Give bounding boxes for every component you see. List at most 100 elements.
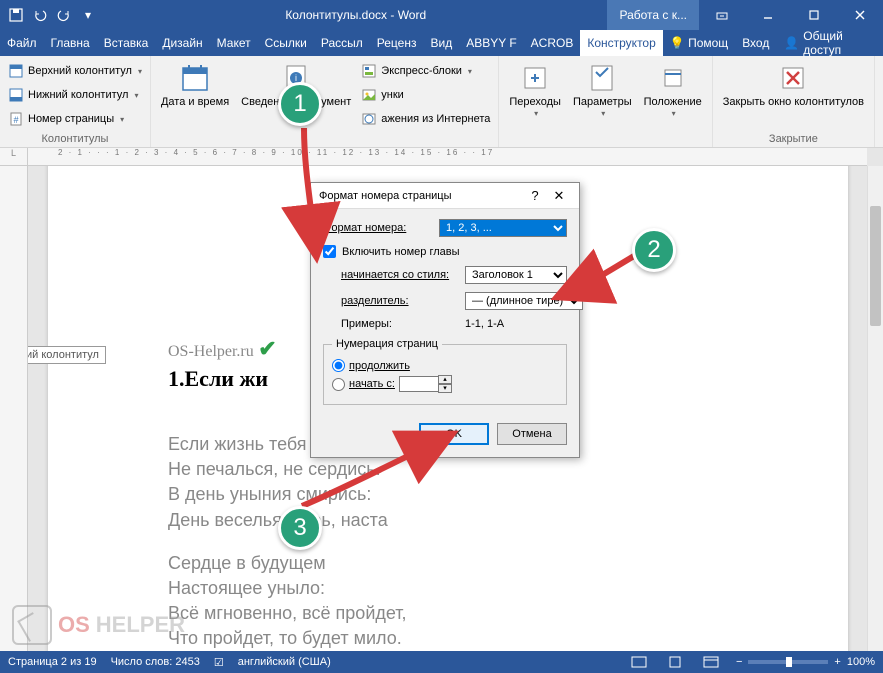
cancel-button[interactable]: Отмена <box>497 423 567 445</box>
dialog-help-icon[interactable]: ? <box>523 188 547 203</box>
online-pictures-button[interactable]: ажения из Интернета <box>359 108 492 130</box>
print-layout-icon[interactable] <box>664 653 686 671</box>
number-format-select[interactable]: 1, 2, 3, ... <box>439 219 567 237</box>
cursor-icon <box>12 605 52 645</box>
date-time-button[interactable]: Дата и время <box>157 60 233 111</box>
tab-acrobat[interactable]: ACROB <box>524 30 581 56</box>
start-at-radio[interactable] <box>332 378 345 391</box>
examples-label: Примеры: <box>341 318 459 330</box>
annotation-badge-3: 3 <box>278 506 322 550</box>
options-button[interactable]: Параметры▾ <box>569 60 636 120</box>
tab-view[interactable]: Вид <box>423 30 459 56</box>
continue-label: продолжить <box>349 360 410 372</box>
quick-parts-button[interactable]: Экспресс-блоки▾ <box>359 60 492 82</box>
options-icon <box>586 62 618 94</box>
tab-references[interactable]: Ссылки <box>258 30 314 56</box>
page-number-button[interactable]: #Номер страницы▾ <box>6 108 144 130</box>
watermark: OSHELPER <box>12 605 185 645</box>
qat-dropdown-icon[interactable]: ▾ <box>78 5 98 25</box>
close-header-footer-icon <box>777 62 809 94</box>
context-tab-label: Работа с к... <box>607 0 699 30</box>
tab-insert[interactable]: Вставка <box>97 30 156 56</box>
dialog-title: Формат номера страницы <box>319 190 523 202</box>
ruler-corner: L <box>0 148 28 166</box>
position-button[interactable]: Положение▾ <box>640 60 706 120</box>
group-label-close: Закрытие <box>719 131 868 145</box>
starts-style-label: начинается со стиля: <box>341 269 459 281</box>
ruler-vertical[interactable] <box>0 166 28 651</box>
lightbulb-icon: 💡 <box>670 36 685 50</box>
include-chapter-checkbox[interactable] <box>323 245 336 258</box>
maximize-icon[interactable] <box>791 0 837 30</box>
spinner-down-icon[interactable]: ▾ <box>438 384 452 393</box>
chevron-down-icon: ▾ <box>120 115 124 124</box>
chevron-down-icon: ▾ <box>134 91 138 100</box>
minimize-icon[interactable] <box>745 0 791 30</box>
spinner-up-icon[interactable]: ▴ <box>438 375 452 384</box>
status-words[interactable]: Число слов: 2453 <box>111 656 200 668</box>
group-label-headers: Колонтитулы <box>6 131 144 145</box>
tab-review[interactable]: Реценз <box>370 30 424 56</box>
continue-radio[interactable] <box>332 359 345 372</box>
header-icon <box>8 63 24 79</box>
body-paragraph: Сердце в будущем Настоящее уныло: Всё мг… <box>168 551 728 651</box>
title-bar: ▾ Колонтитулы.docx - Word Работа с к... <box>0 0 883 30</box>
vertical-scrollbar[interactable] <box>867 166 883 651</box>
tab-design[interactable]: Дизайн <box>155 30 209 56</box>
zoom-in-icon[interactable]: + <box>834 656 840 668</box>
close-header-footer-button[interactable]: Закрыть окно колонтитулов <box>719 60 868 111</box>
separator-label: разделитель: <box>341 295 459 307</box>
zoom-slider[interactable] <box>748 660 828 664</box>
svg-text:#: # <box>13 115 18 125</box>
zoom-value[interactable]: 100% <box>847 656 875 668</box>
starts-style-select[interactable]: Заголовок 1 <box>465 266 567 284</box>
tab-home[interactable]: Главна <box>44 30 97 56</box>
annotation-arrow-2 <box>572 254 642 294</box>
login-button[interactable]: Вход <box>735 30 776 56</box>
tab-designer-active[interactable]: Конструктор <box>580 30 662 56</box>
read-mode-icon[interactable] <box>628 653 650 671</box>
annotation-arrow-1 <box>296 126 336 246</box>
footer-button[interactable]: Нижний колонтитул▾ <box>6 84 144 106</box>
numbering-legend: Нумерация страниц <box>332 338 442 350</box>
start-at-input[interactable] <box>399 376 439 392</box>
web-layout-icon[interactable] <box>700 653 722 671</box>
header-link-text: OS-Helper.ru <box>168 343 254 360</box>
annotation-badge-2: 2 <box>632 228 676 272</box>
tab-file[interactable]: Файл <box>0 30 44 56</box>
navigation-button[interactable]: Переходы▾ <box>505 60 565 120</box>
annotation-badge-1: 1 <box>278 82 322 126</box>
status-bar: Страница 2 из 19 Число слов: 2453 ☑ англ… <box>0 651 883 673</box>
footer-icon <box>8 87 24 103</box>
ruler-horizontal[interactable]: 2 · 1 · · · 1 · 2 · 3 · 4 · 5 · 6 · 7 · … <box>28 148 867 166</box>
header-button[interactable]: Верхний колонтитул▾ <box>6 60 144 82</box>
dialog-close-icon[interactable]: ✕ <box>547 188 571 204</box>
tab-abbyy[interactable]: ABBYY F <box>459 30 523 56</box>
help-button[interactable]: 💡 Помощ <box>663 30 735 56</box>
redo-icon[interactable] <box>54 5 74 25</box>
page-number-icon: # <box>8 111 24 127</box>
position-icon <box>657 62 689 94</box>
save-icon[interactable] <box>6 5 26 25</box>
undo-icon[interactable] <box>30 5 50 25</box>
proofing-icon[interactable]: ☑ <box>214 656 224 669</box>
tab-mailings[interactable]: Рассыл <box>314 30 370 56</box>
zoom-control[interactable]: − + 100% <box>736 656 875 668</box>
separator-select[interactable]: — (длинное тире) <box>465 292 583 310</box>
watermark-os: OS <box>58 612 90 638</box>
calendar-icon <box>179 62 211 94</box>
chevron-down-icon: ▾ <box>468 67 472 76</box>
format-label: Формат номера: <box>323 222 433 234</box>
ribbon: Верхний колонтитул▾ Нижний колонтитул▾ #… <box>0 56 883 148</box>
ribbon-options-icon[interactable] <box>699 0 745 30</box>
status-language[interactable]: английский (США) <box>238 656 331 668</box>
tab-layout[interactable]: Макет <box>210 30 258 56</box>
zoom-out-icon[interactable]: − <box>736 656 742 668</box>
include-chapter-label: Включить номер главы <box>342 246 460 258</box>
scrollbar-thumb[interactable] <box>870 206 881 326</box>
status-page[interactable]: Страница 2 из 19 <box>8 656 97 668</box>
close-icon[interactable] <box>837 0 883 30</box>
pictures-button[interactable]: унки <box>359 84 492 106</box>
share-button[interactable]: 👤Общий доступ <box>776 29 883 57</box>
online-picture-icon <box>361 111 377 127</box>
